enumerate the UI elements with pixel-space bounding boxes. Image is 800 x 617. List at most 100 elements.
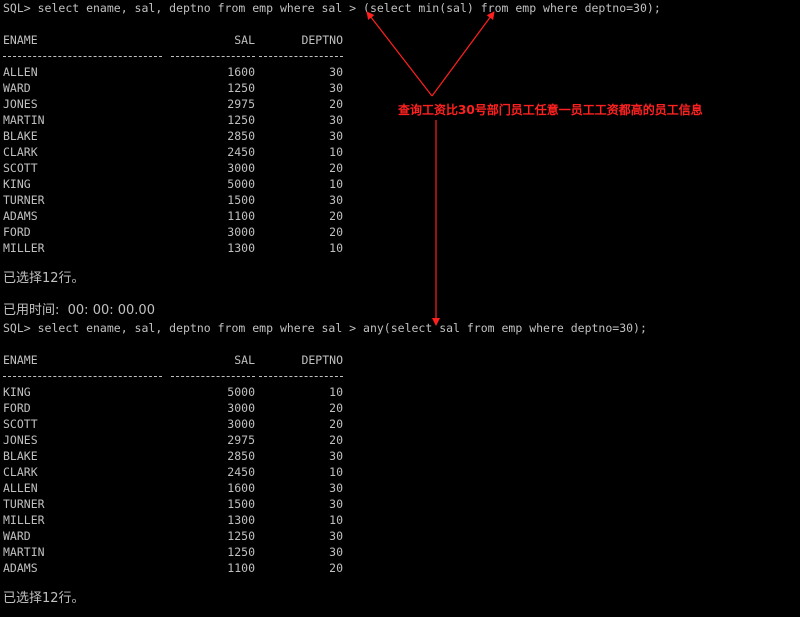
- cell-sal: 5000: [227, 177, 255, 191]
- rows-selected-message: 已选择12行。: [3, 271, 85, 286]
- cell-ename: MARTIN: [3, 545, 45, 559]
- cell-deptno: 30: [329, 81, 343, 95]
- cell-deptno: 20: [329, 209, 343, 223]
- cell-ename: JONES: [3, 433, 38, 447]
- cell-deptno: 20: [329, 97, 343, 111]
- cell-sal: 1500: [227, 193, 255, 207]
- cell-ename: KING: [3, 177, 31, 191]
- cell-deptno: 30: [329, 481, 343, 495]
- cell-ename: CLARK: [3, 465, 38, 479]
- cell-deptno: 30: [329, 497, 343, 511]
- column-header-ename: ENAME: [3, 33, 38, 47]
- cell-sal: 2450: [227, 145, 255, 159]
- rows-selected-message: 已选择12行。: [3, 591, 85, 606]
- annotation-label: 查询工资比30号部门员工任意一员工工资都高的员工信息: [398, 103, 703, 117]
- cell-sal: 5000: [227, 385, 255, 399]
- cell-sal: 1600: [227, 65, 255, 79]
- elapsed-time-message: 已用时间: 00: 00: 00.00: [3, 303, 155, 318]
- cell-deptno: 20: [329, 433, 343, 447]
- cell-ename: ALLEN: [3, 65, 38, 79]
- cell-ename: TURNER: [3, 497, 45, 511]
- cell-ename: FORD: [3, 401, 31, 415]
- cell-deptno: 20: [329, 161, 343, 175]
- cell-sal: 1300: [227, 241, 255, 255]
- separator-ename: [3, 56, 162, 57]
- cell-deptno: 30: [329, 449, 343, 463]
- cell-ename: SCOTT: [3, 161, 38, 175]
- sql-command-text: select ename, sal, deptno from emp where…: [37, 321, 647, 335]
- cell-deptno: 10: [329, 241, 343, 255]
- result-header-row: ENAME SAL DEPTNO: [3, 352, 343, 368]
- cell-sal: 2975: [227, 433, 255, 447]
- cell-sal: 2850: [227, 129, 255, 143]
- cell-deptno: 20: [329, 417, 343, 431]
- cell-sal: 2975: [227, 97, 255, 111]
- cell-ename: TURNER: [3, 193, 45, 207]
- cell-deptno: 10: [329, 145, 343, 159]
- separator-ename: [3, 376, 162, 377]
- cell-ename: FORD: [3, 225, 31, 239]
- separator-deptno: [259, 376, 343, 377]
- sql-prompt: SQL>: [3, 321, 38, 335]
- cell-deptno: 30: [329, 113, 343, 127]
- column-header-deptno: DEPTNO: [301, 353, 343, 367]
- arrow-to-sal: [366, 11, 433, 97]
- cell-ename: KING: [3, 385, 31, 399]
- cell-deptno: 20: [329, 401, 343, 415]
- cell-ename: ALLEN: [3, 481, 38, 495]
- cell-ename: ADAMS: [3, 561, 38, 575]
- column-header-deptno: DEPTNO: [301, 33, 343, 47]
- arrow-to-min-subquery: [431, 11, 495, 97]
- sql-command-line-2: SQL> select ename, sal, deptno from emp …: [3, 320, 647, 336]
- cell-sal: 3000: [227, 225, 255, 239]
- cell-deptno: 30: [329, 193, 343, 207]
- cell-deptno: 30: [329, 129, 343, 143]
- sqlplus-console[interactable]: SQL> select ename, sal, deptno from emp …: [0, 0, 800, 617]
- cell-sal: 1100: [227, 561, 255, 575]
- cell-deptno: 20: [329, 225, 343, 239]
- separator-sal: [171, 376, 255, 377]
- cell-deptno: 30: [329, 545, 343, 559]
- cell-sal: 1250: [227, 113, 255, 127]
- sql-command-text: select ename, sal, deptno from emp where…: [37, 1, 661, 15]
- column-header-sal: SAL: [234, 33, 255, 47]
- cell-deptno: 10: [329, 385, 343, 399]
- cell-deptno: 20: [329, 561, 343, 575]
- cell-ename: WARD: [3, 81, 31, 95]
- cell-sal: 1600: [227, 481, 255, 495]
- cell-sal: 1250: [227, 545, 255, 559]
- column-header-sal: SAL: [234, 353, 255, 367]
- cell-ename: SCOTT: [3, 417, 38, 431]
- sql-command-line-1: SQL> select ename, sal, deptno from emp …: [3, 0, 661, 16]
- cell-sal: 3000: [227, 401, 255, 415]
- cell-deptno: 10: [329, 177, 343, 191]
- cell-ename: JONES: [3, 97, 38, 111]
- result-header-row: ENAME SAL DEPTNO: [3, 32, 343, 48]
- cell-sal: 1100: [227, 209, 255, 223]
- cell-ename: BLAKE: [3, 449, 38, 463]
- cell-sal: 1500: [227, 497, 255, 511]
- cell-ename: WARD: [3, 529, 31, 543]
- cell-sal: 1250: [227, 81, 255, 95]
- cell-deptno: 10: [329, 513, 343, 527]
- header-separator: [3, 48, 348, 64]
- cell-sal: 1250: [227, 529, 255, 543]
- cell-sal: 3000: [227, 161, 255, 175]
- cell-ename: MILLER: [3, 241, 45, 255]
- cell-ename: CLARK: [3, 145, 38, 159]
- cell-sal: 3000: [227, 417, 255, 431]
- cell-deptno: 30: [329, 529, 343, 543]
- column-header-ename: ENAME: [3, 353, 38, 367]
- cell-deptno: 30: [329, 65, 343, 79]
- separator-sal: [171, 56, 255, 57]
- cell-ename: BLAKE: [3, 129, 38, 143]
- cell-deptno: 10: [329, 465, 343, 479]
- cell-ename: MARTIN: [3, 113, 45, 127]
- cell-sal: 2850: [227, 449, 255, 463]
- cell-sal: 2450: [227, 465, 255, 479]
- header-separator: [3, 368, 348, 384]
- separator-deptno: [259, 56, 343, 57]
- cell-sal: 1300: [227, 513, 255, 527]
- cell-ename: ADAMS: [3, 209, 38, 223]
- cell-ename: MILLER: [3, 513, 45, 527]
